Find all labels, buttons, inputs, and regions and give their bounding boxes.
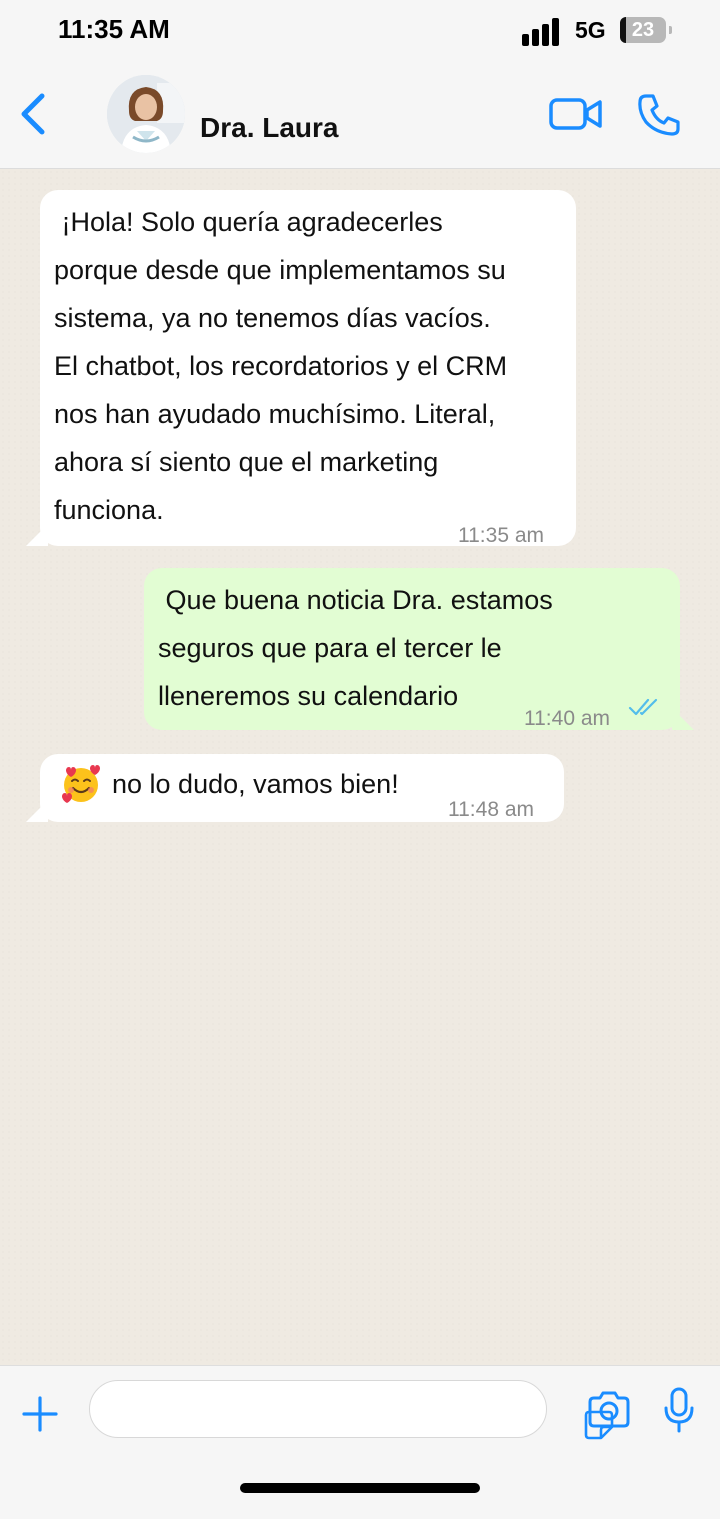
message-time: 11:40 am [524, 707, 610, 730]
back-button[interactable] [14, 90, 54, 138]
battery-level: 23 [631, 19, 655, 41]
smiling-face-with-hearts-icon [62, 765, 100, 803]
contact-name[interactable]: Dra. Laura [200, 112, 339, 144]
microphone-icon [664, 1387, 694, 1433]
camera-button[interactable] [586, 1390, 632, 1430]
message-time: 11:48 am [448, 798, 534, 821]
signal-icon [522, 18, 560, 46]
voice-call-button[interactable] [636, 92, 682, 138]
status-time: 11:35 AM [58, 14, 170, 44]
contact-photo [107, 75, 185, 153]
video-call-button[interactable] [548, 94, 604, 134]
attach-button[interactable] [20, 1394, 60, 1434]
battery-icon: 23 [620, 17, 672, 43]
message-incoming[interactable]: no lo dudo, vamos bien! 11:48 am [40, 754, 564, 822]
chevron-left-icon [21, 93, 45, 135]
message-outgoing[interactable]: Que buena noticia Dra. estamos seguros q… [144, 568, 680, 730]
status-bar: 11:35 AM 5G 23 [0, 0, 720, 64]
plus-icon [22, 1396, 58, 1432]
video-camera-icon [549, 98, 602, 130]
message-input[interactable] [89, 1380, 614, 1440]
camera-icon [588, 1391, 630, 1428]
message-text: ¡Hola! Solo quería agradecerles porque d… [54, 207, 508, 525]
home-indicator[interactable] [240, 1483, 480, 1493]
chat-header: Dra. Laura [0, 64, 720, 169]
message-text: Que buena noticia Dra. estamos seguros q… [158, 585, 553, 711]
avatar[interactable] [107, 75, 185, 153]
phone-icon [638, 94, 680, 136]
message-incoming[interactable]: ¡Hola! Solo quería agradecerles porque d… [40, 190, 576, 547]
double-check-icon [628, 698, 658, 716]
chat-area[interactable]: ¡Hola! Solo quería agradecerles porque d… [0, 169, 720, 1365]
microphone-button[interactable] [662, 1386, 696, 1434]
message-text: no lo dudo, vamos bien! [112, 769, 399, 799]
message-time: 11:35 am [458, 524, 544, 547]
composer-bar [0, 1365, 720, 1519]
network-type: 5G [575, 17, 606, 43]
